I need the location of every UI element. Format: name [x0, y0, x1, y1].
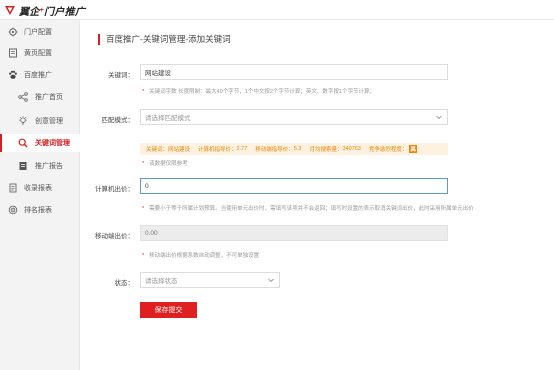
page-title: 百度推广-关键词管理-添加关键词	[98, 33, 231, 45]
title-accent-bar	[98, 33, 100, 45]
sidebar-item-label: 收录报表	[24, 185, 52, 192]
required-star: *	[142, 161, 145, 167]
brand-logo[interactable]: 翼企+门户推广	[4, 3, 86, 18]
document-icon	[8, 183, 18, 193]
status-select[interactable]: 请选择状态	[140, 272, 280, 288]
sidebar-item-label: 百度推广	[24, 72, 52, 79]
info-monthly-search: 340763	[342, 146, 361, 152]
target-icon	[8, 205, 18, 215]
match-mode-select[interactable]: 请选择匹配模式	[140, 109, 448, 125]
match-mode-hint: * 该数据仅限参考	[142, 161, 188, 167]
bulb-icon	[18, 116, 28, 126]
chevron-down-icon	[268, 278, 274, 283]
sidebar: 门户配置 黄页配置 百度推广 推广首页 创意管理 关键词管理 推广报告 收录报表…	[0, 20, 80, 370]
sidebar-item-index-report[interactable]: 收录报表	[0, 179, 80, 197]
mobile-bid-label: 移动端出价：	[95, 233, 134, 240]
pc-bid-hint: * 需要小于等于所属计划预算。当使用单元出价时，需填写该项并不会返回；填写时设置的…	[142, 206, 474, 212]
sidebar-item-baidu-promotion[interactable]: 百度推广	[0, 66, 80, 84]
top-bar: 翼企+门户推广	[0, 0, 554, 20]
sidebar-item-creative[interactable]: 创意管理	[0, 112, 80, 130]
mobile-bid-hint: * 移动端出价根据系数自动调整，不可单独设置	[142, 253, 260, 259]
sidebar-item-label: 创意管理	[35, 118, 63, 125]
info-mobile-price: 5.3	[293, 146, 302, 152]
sidebar-item-yellow-pages[interactable]: 黄页配置	[0, 44, 80, 62]
sidebar-item-keywords[interactable]: 关键词管理	[0, 134, 80, 152]
report-icon	[18, 161, 28, 171]
keyword-input[interactable]: 网站建设	[140, 64, 448, 80]
paw-icon	[8, 70, 18, 80]
chevron-down-icon	[436, 115, 442, 120]
sidebar-item-label: 关键词管理	[35, 140, 70, 147]
sidebar-item-label: 推广报告	[35, 163, 63, 170]
required-star: *	[142, 253, 145, 259]
info-keyword: 网站建设	[168, 147, 191, 153]
sidebar-item-promotion-home[interactable]: 推广首页	[0, 88, 80, 106]
info-pc-price: 2.77	[236, 146, 248, 152]
keyword-hint: * 关键词字数 长度限制：最大40个字节，1个中文按2个字节计算；英文、数字按1个…	[142, 89, 375, 95]
mobile-bid-input: 0.00	[140, 225, 448, 241]
keyword-label: 关键词：	[108, 72, 134, 79]
sidebar-item-label: 门户配置	[24, 29, 52, 36]
logo-icon	[5, 6, 15, 15]
pc-bid-input[interactable]: 0	[140, 178, 448, 194]
search-icon	[18, 138, 28, 148]
sidebar-item-ranking-report[interactable]: 排名报表	[0, 201, 80, 219]
sidebar-item-label: 黄页配置	[24, 50, 52, 57]
brand-name: 翼企+门户推广	[19, 6, 86, 18]
required-star: *	[142, 89, 145, 95]
sidebar-item-label: 推广首页	[35, 94, 63, 101]
required-star: *	[142, 206, 145, 212]
sidebar-item-portal-config[interactable]: 门户配置	[0, 23, 80, 41]
gear-icon	[8, 27, 18, 37]
sidebar-item-promotion-report[interactable]: 推广报告	[0, 157, 80, 175]
yellow-pages-icon	[8, 48, 18, 58]
competition-badge: 高	[409, 145, 417, 153]
share-icon	[18, 92, 28, 102]
status-label: 状态：	[114, 280, 135, 287]
match-mode-label: 匹配模式：	[101, 117, 135, 124]
save-submit-button[interactable]: 保存提交	[140, 302, 197, 318]
keyword-info-bar: 关键词： 网站建设 计算机指导价： 2.77 移动端指导价： 5.3 月均搜索量： 34…	[140, 143, 448, 155]
sidebar-item-label: 排名报表	[24, 207, 52, 214]
pc-bid-label: 计算机出价：	[95, 186, 134, 193]
